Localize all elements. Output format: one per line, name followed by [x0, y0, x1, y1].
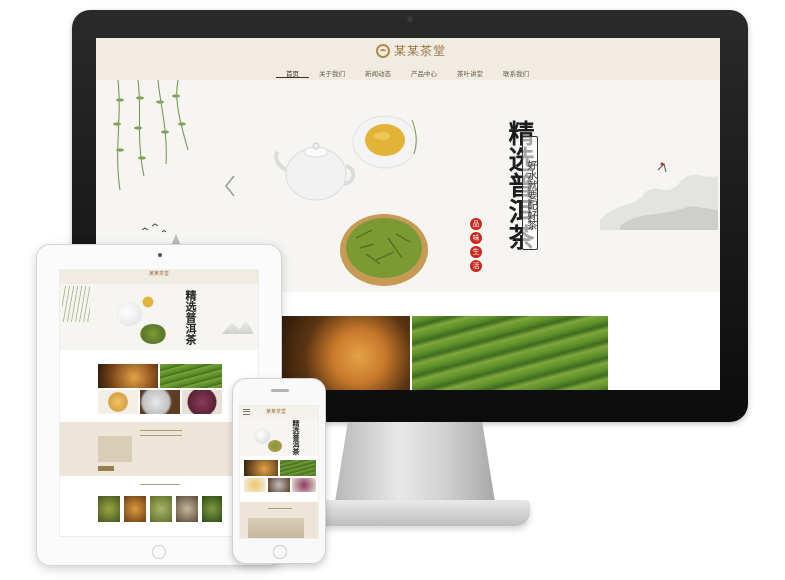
phone-hero: 精选普洱茶 [240, 418, 318, 456]
speaker-icon [271, 389, 289, 392]
nav-item-about[interactable]: 关于我们 [309, 66, 355, 78]
teapot-image [254, 428, 270, 444]
teapot-image [116, 302, 142, 326]
site-header: 某某茶堂 首页 关于我们 新闻动态 产品中心 茶叶讲堂 联系我们 [96, 38, 720, 80]
tea-field-photo[interactable] [160, 364, 222, 388]
willow-branch-image [62, 286, 90, 322]
category-photo[interactable] [98, 496, 120, 522]
category-photo[interactable] [150, 496, 172, 522]
menu-icon[interactable] [243, 409, 250, 415]
tea-cup-photo[interactable] [98, 364, 158, 388]
logo-text: 某某茶堂 [394, 44, 447, 58]
tablet-hero: 精选普洱茶 [60, 284, 258, 350]
site-logo[interactable]: 某某茶堂 [376, 42, 446, 59]
phone-screen: 某某茶堂 精选普洱茶 [239, 405, 319, 539]
logo-icon [376, 43, 390, 58]
teacup-image [352, 115, 418, 169]
phone-about-section [240, 502, 318, 538]
seal-char: 味 [470, 232, 482, 244]
section-title-lines [140, 484, 180, 492]
hero-seals: 品 味 生 活 [470, 218, 482, 272]
seal-char: 活 [470, 260, 482, 272]
phone-site-header: 某某茶堂 [240, 406, 318, 418]
hero-tagline: 好水就要配好茶 [522, 136, 538, 250]
teaware-photo[interactable] [140, 390, 180, 414]
section-title-lines [268, 508, 292, 509]
prev-arrow-icon[interactable] [222, 174, 238, 198]
tablet-logo-text[interactable]: 某某茶堂 [149, 271, 169, 277]
main-nav: 首页 关于我们 新闻动态 产品中心 茶叶讲堂 联系我们 [276, 66, 539, 78]
phone-hero-headline: 精选普洱茶 [292, 420, 301, 455]
nav-item-home[interactable]: 首页 [276, 66, 309, 78]
tablet-site-header: 某某茶堂 [60, 270, 258, 284]
phone-logo-text[interactable]: 某某茶堂 [266, 408, 286, 415]
tablet-hero-headline: 精选普洱茶 [184, 290, 197, 345]
flower-tea-photo[interactable] [182, 390, 222, 414]
tablet-product-images [98, 364, 222, 416]
more-button[interactable] [98, 466, 114, 471]
willow-branch-image [113, 80, 189, 191]
tablet-screen: 某某茶堂 精选普洱茶 [59, 269, 259, 537]
section-title-lines [140, 430, 182, 436]
teaware-photo[interactable] [268, 478, 290, 492]
camera-icon [407, 16, 413, 22]
home-button-icon[interactable] [273, 545, 287, 559]
tea-leaves-bowl-image [140, 324, 166, 344]
nav-item-products[interactable]: 产品中心 [401, 66, 447, 78]
lemon-tea-photo[interactable] [98, 390, 138, 414]
nav-item-contact[interactable]: 联系我们 [493, 66, 539, 78]
teacup-image [140, 296, 156, 308]
camera-icon [158, 253, 162, 257]
ink-mountain-image [600, 162, 718, 230]
ink-mountain-image [222, 319, 254, 334]
monitor-stand-base [300, 500, 530, 526]
category-photo[interactable] [124, 496, 146, 522]
tea-leaves-bowl-image [340, 214, 428, 286]
home-button-icon[interactable] [152, 545, 166, 559]
phone-device: 某某茶堂 精选普洱茶 [232, 378, 326, 564]
about-image [248, 518, 304, 538]
tablet-about-section [60, 422, 258, 476]
tea-leaves-bowl-image [268, 440, 282, 452]
phone-product-images [244, 460, 316, 494]
nav-item-tea-lecture[interactable]: 茶叶讲堂 [447, 66, 493, 78]
tea-field-photo[interactable] [280, 460, 316, 476]
tea-field-photo[interactable] [412, 316, 608, 390]
seal-char: 品 [470, 218, 482, 230]
seal-char: 生 [470, 246, 482, 258]
lemon-tea-photo[interactable] [244, 478, 266, 492]
tea-cup-photo[interactable] [244, 460, 278, 476]
category-photo[interactable] [202, 496, 222, 522]
category-photo[interactable] [176, 496, 198, 522]
tablet-category-images [98, 496, 222, 530]
about-image [98, 436, 132, 462]
monitor-stand [335, 422, 495, 502]
nav-item-news[interactable]: 新闻动态 [355, 66, 401, 78]
teapot-image [274, 142, 356, 201]
flower-tea-photo[interactable] [292, 478, 316, 492]
